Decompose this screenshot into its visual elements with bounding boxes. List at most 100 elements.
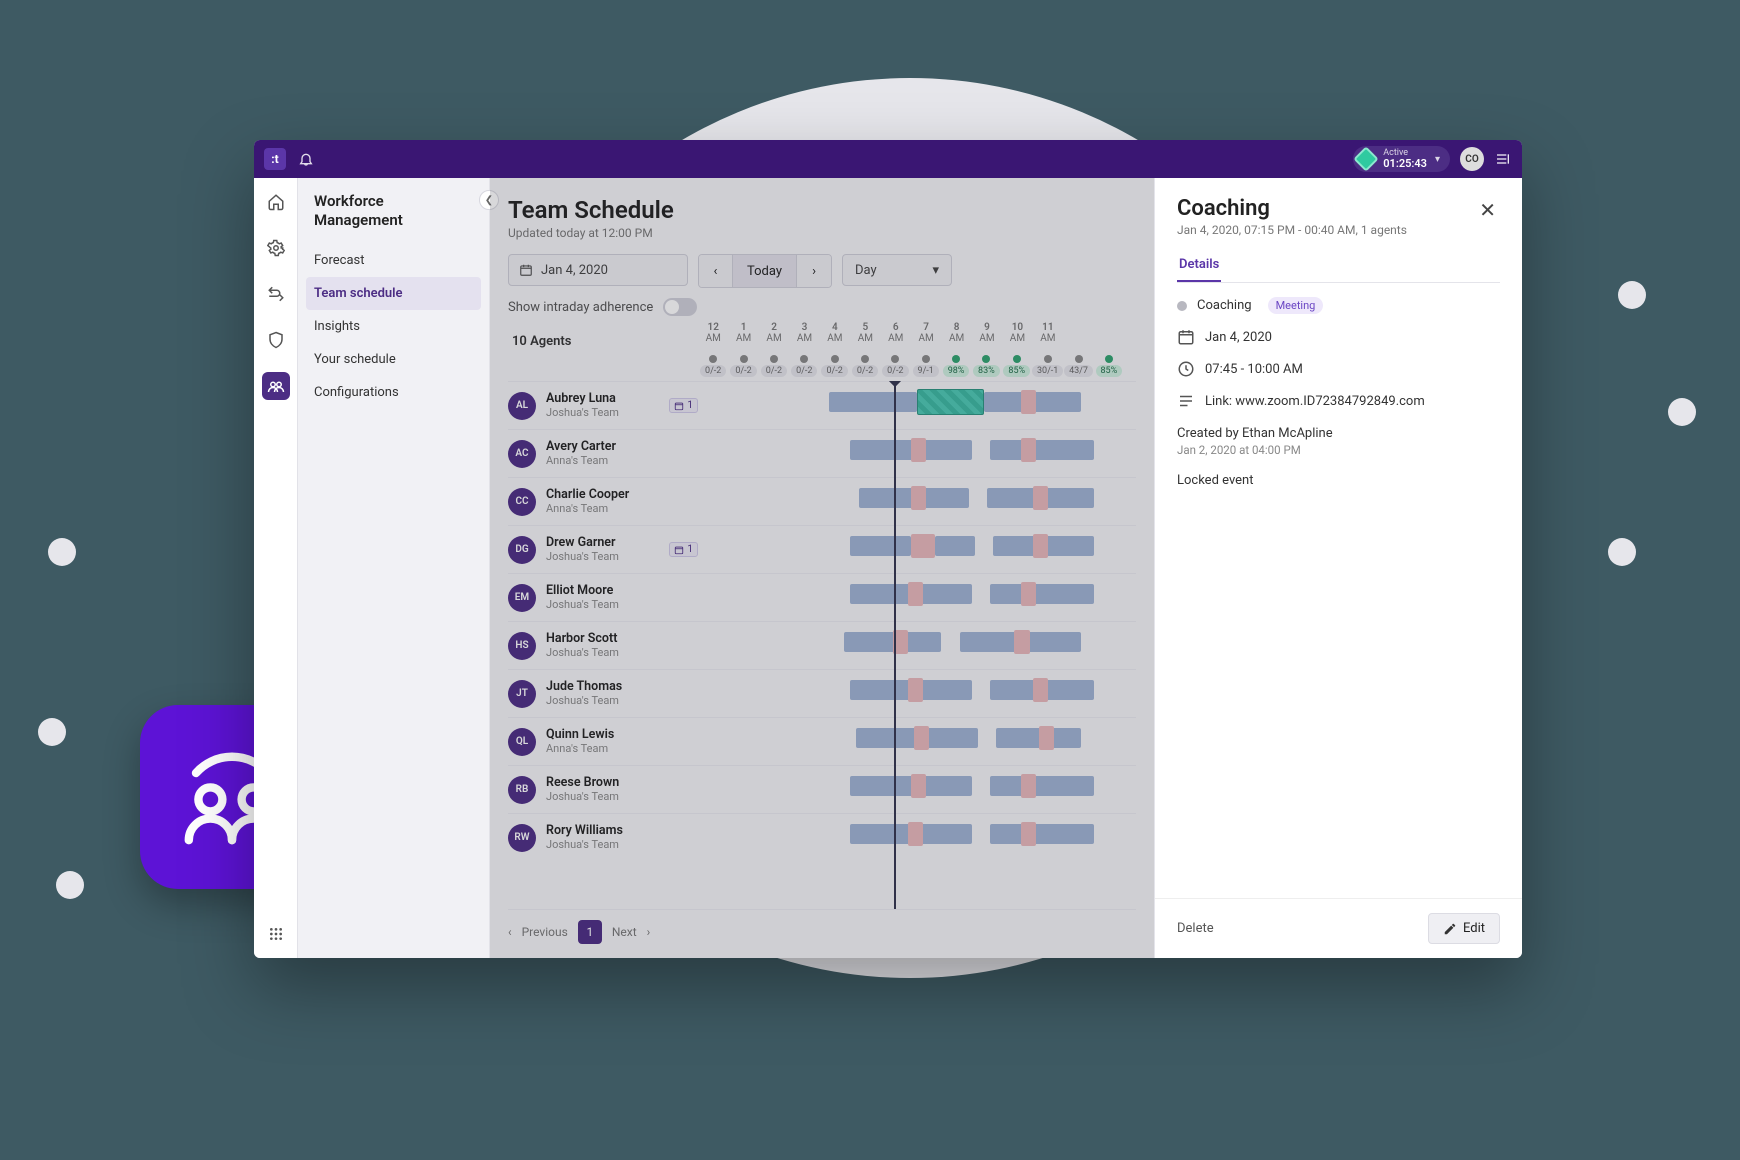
event-link[interactable]: Link: www.zoom.ID72384792849.com xyxy=(1205,394,1425,409)
pager-next-icon[interactable]: › xyxy=(647,925,651,939)
schedule-bar[interactable] xyxy=(1039,726,1054,750)
panel-toggle-icon[interactable] xyxy=(1494,150,1512,168)
agent-team: Joshua's Team xyxy=(546,694,622,707)
edit-button-label: Edit xyxy=(1463,921,1485,936)
agent-row[interactable]: CCCharlie CooperAnna's Team xyxy=(508,477,1136,525)
schedule-bar[interactable] xyxy=(829,392,917,412)
schedule-bar[interactable] xyxy=(990,584,1093,604)
schedule-bar[interactable] xyxy=(914,726,929,750)
close-button[interactable]: ✕ xyxy=(1475,196,1500,224)
pager-prev-icon[interactable]: ‹ xyxy=(508,925,512,939)
schedule-bar[interactable] xyxy=(911,774,926,798)
stat-cell: 83% xyxy=(971,355,1001,377)
agent-row[interactable]: EMElliot MooreJoshua's Team xyxy=(508,573,1136,621)
pager-current[interactable]: 1 xyxy=(578,920,602,944)
schedule-bar[interactable] xyxy=(1033,534,1048,558)
stat-cell: 0/-2 xyxy=(880,355,910,377)
prev-day-button[interactable]: ‹ xyxy=(699,255,733,287)
schedule-bar[interactable] xyxy=(1021,438,1036,462)
pager-previous[interactable]: Previous xyxy=(522,925,568,939)
event-link-row: Link: www.zoom.ID72384792849.com xyxy=(1177,392,1500,410)
date-picker[interactable]: Jan 4, 2020 xyxy=(508,254,688,286)
schedule-bar[interactable] xyxy=(1033,678,1048,702)
rail-routing[interactable] xyxy=(262,280,290,308)
agent-row[interactable]: RWRory WilliamsJoshua's Team xyxy=(508,813,1136,861)
agent-event-badge[interactable]: 1 xyxy=(669,542,698,557)
agent-timeline[interactable] xyxy=(698,382,1124,429)
schedule-bar[interactable] xyxy=(908,822,923,846)
agent-timeline[interactable] xyxy=(698,814,1124,861)
event-category-pill: Meeting xyxy=(1268,297,1324,314)
agent-timeline[interactable] xyxy=(698,670,1124,717)
sidebar-item-your-schedule[interactable]: Your schedule xyxy=(298,343,489,376)
sidebar-item-configurations[interactable]: Configurations xyxy=(298,376,489,409)
agent-avatar: RW xyxy=(508,824,536,852)
agent-timeline[interactable] xyxy=(698,478,1124,525)
stat-cell: 85% xyxy=(1094,355,1124,377)
schedule-bar[interactable] xyxy=(911,534,935,558)
schedule-bar[interactable] xyxy=(990,776,1093,796)
schedule-bar[interactable] xyxy=(911,486,926,510)
schedule-bar[interactable] xyxy=(1021,774,1036,798)
user-avatar[interactable]: CO xyxy=(1460,147,1484,171)
edit-button[interactable]: Edit xyxy=(1428,913,1500,944)
agent-timeline[interactable] xyxy=(698,574,1124,621)
agent-row[interactable]: RBReese BrownJoshua's Team xyxy=(508,765,1136,813)
sidebar-item-team-schedule[interactable]: Team schedule xyxy=(306,277,481,310)
schedule-bar[interactable] xyxy=(1021,390,1036,414)
decorative-dot xyxy=(1668,398,1696,426)
adherence-toggle[interactable] xyxy=(663,298,697,316)
schedule-bar[interactable] xyxy=(1033,486,1048,510)
sidebar-item-insights[interactable]: Insights xyxy=(298,310,489,343)
rail-workforce[interactable] xyxy=(262,372,290,400)
agent-row[interactable]: DGDrew GarnerJoshua's Team1 xyxy=(508,525,1136,573)
hour-header: 3AM xyxy=(789,320,819,355)
sidebar-item-forecast[interactable]: Forecast xyxy=(298,244,489,277)
schedule-bar[interactable] xyxy=(935,536,975,556)
pager-next[interactable]: Next xyxy=(612,925,637,939)
schedule-bar[interactable] xyxy=(908,678,923,702)
schedule-bar[interactable] xyxy=(1021,822,1036,846)
schedule-bar[interactable] xyxy=(908,582,923,606)
schedule-bar[interactable] xyxy=(850,536,911,556)
agent-timeline[interactable] xyxy=(698,622,1124,669)
agent-event-badge[interactable]: 1 xyxy=(669,398,698,413)
agent-row[interactable]: ACAvery CarterAnna's Team xyxy=(508,429,1136,477)
view-select[interactable]: Day ▾ xyxy=(842,254,952,286)
app-logo[interactable]: :t xyxy=(264,148,286,170)
agent-row[interactable]: JTJude ThomasJoshua's Team xyxy=(508,669,1136,717)
toolbar: Jan 4, 2020 ‹ Today › Day ▾ xyxy=(508,254,1136,288)
rail-shield[interactable] xyxy=(262,326,290,354)
stat-cell: 98% xyxy=(941,355,971,377)
rail-apps[interactable] xyxy=(262,920,290,948)
agent-timeline[interactable] xyxy=(698,766,1124,813)
today-button[interactable]: Today xyxy=(733,255,797,287)
delete-button[interactable]: Delete xyxy=(1177,921,1214,936)
status-pill[interactable]: Active 01:25:43 ▾ xyxy=(1353,146,1450,172)
agent-timeline[interactable] xyxy=(698,526,1124,573)
app-window: :t Active 01:25:43 ▾ CO xyxy=(254,140,1522,958)
nav-rail xyxy=(254,178,298,958)
agent-name: Drew Garner xyxy=(546,536,619,550)
panel-title: Coaching xyxy=(1177,196,1407,221)
agent-row[interactable]: HSHarbor ScottJoshua's Team xyxy=(508,621,1136,669)
agent-timeline[interactable] xyxy=(698,430,1124,477)
tab-details[interactable]: Details xyxy=(1177,251,1221,282)
schedule-bar[interactable] xyxy=(917,389,984,415)
agent-team: Anna's Team xyxy=(546,742,614,755)
schedule-bar[interactable] xyxy=(1014,630,1029,654)
agent-row[interactable]: QLQuinn LewisAnna's Team xyxy=(508,717,1136,765)
rail-settings[interactable] xyxy=(262,234,290,262)
schedule-bar[interactable] xyxy=(990,824,1093,844)
schedule-bar[interactable] xyxy=(911,438,926,462)
hour-header: 2AM xyxy=(759,320,789,355)
agent-name: Reese Brown xyxy=(546,776,619,790)
notification-icon[interactable] xyxy=(298,151,314,167)
rail-home[interactable] xyxy=(262,188,290,216)
schedule-bar[interactable] xyxy=(990,440,1093,460)
agent-timeline[interactable] xyxy=(698,718,1124,765)
agent-row[interactable]: ALAubrey LunaJoshua's Team1 xyxy=(508,381,1136,429)
next-day-button[interactable]: › xyxy=(797,255,831,287)
panel-tabs: Details xyxy=(1177,251,1500,283)
schedule-bar[interactable] xyxy=(1021,582,1036,606)
